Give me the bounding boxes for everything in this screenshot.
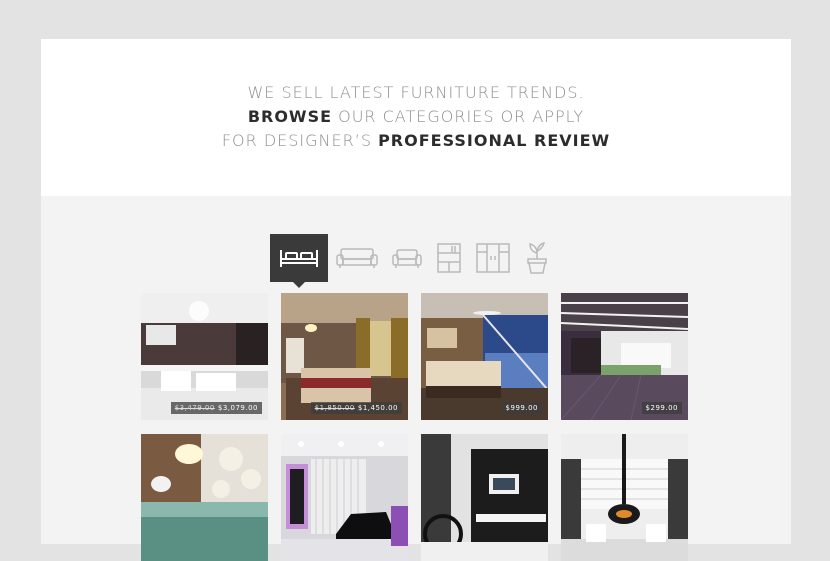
bookshelf-icon (437, 243, 461, 273)
product-tile-bedroom-city[interactable]: $999.00 (421, 293, 548, 420)
product-image (421, 293, 548, 420)
product-tile-bedroom-classic[interactable]: $1,850.00 $1,450.00 (281, 293, 408, 420)
hero-text-3: FOR DESIGNER’S (221, 131, 379, 150)
wardrobe-icon (476, 243, 510, 273)
category-tabs (270, 234, 560, 288)
old-price: $3,479.00 (174, 404, 215, 412)
price-tag: $1,850.00 $1,450.00 (310, 402, 402, 414)
price-tag: $3,479.00 $3,079.00 (170, 402, 262, 414)
hero-line-2: BROWSE OUR CATEGORIES OR APPLY (41, 105, 791, 129)
hero-line-3: FOR DESIGNER’S PROFESSIONAL REVIEW (41, 129, 791, 153)
product-image (141, 293, 268, 420)
product-tile-loft[interactable]: $299.00 (561, 293, 688, 420)
product-image (421, 434, 548, 561)
tab-armchairs[interactable] (388, 234, 426, 282)
hero-line-1: WE SELL LATEST FURNITURE TRENDS. (41, 81, 791, 105)
product-tile-kitchen[interactable]: $3,479.00 $3,079.00 (141, 293, 268, 420)
plant-icon (527, 241, 547, 274)
bed-icon (280, 250, 318, 267)
product-image (561, 434, 688, 561)
page: WE SELL LATEST FURNITURE TRENDS. BROWSE … (41, 39, 791, 561)
product-tile-tv-room[interactable] (421, 434, 548, 561)
product-image (141, 434, 268, 561)
current-price: $1,450.00 (357, 404, 398, 412)
price-tag: $999.00 (501, 402, 542, 414)
tab-sofas[interactable] (332, 234, 382, 282)
hero-text-2: OUR CATEGORIES OR APPLY (332, 107, 585, 126)
product-image (561, 293, 688, 420)
hero-section: WE SELL LATEST FURNITURE TRENDS. BROWSE … (41, 39, 791, 196)
sofa-icon (336, 248, 378, 268)
hero-browse-text: BROWSE (247, 107, 333, 126)
product-tile-living-room-white[interactable] (141, 434, 268, 561)
product-tile-fireplace-room[interactable] (561, 434, 688, 561)
current-price: $3,079.00 (217, 404, 258, 412)
armchair-icon (392, 249, 422, 268)
tab-wardrobes[interactable] (474, 234, 512, 282)
old-price: $1,850.00 (314, 404, 355, 412)
product-tile-piano-room[interactable] (281, 434, 408, 561)
tab-bookshelves[interactable] (434, 234, 464, 282)
current-price: $999.00 (505, 404, 538, 412)
product-image (281, 434, 408, 561)
price-tag: $299.00 (641, 402, 682, 414)
current-price: $299.00 (645, 404, 678, 412)
hero-text-1: WE SELL LATEST FURNITURE TRENDS. (247, 83, 585, 102)
tab-beds[interactable] (270, 234, 328, 288)
tab-plants[interactable] (522, 234, 552, 282)
hero-review-text: PROFESSIONAL REVIEW (378, 131, 611, 150)
product-image (281, 293, 408, 420)
